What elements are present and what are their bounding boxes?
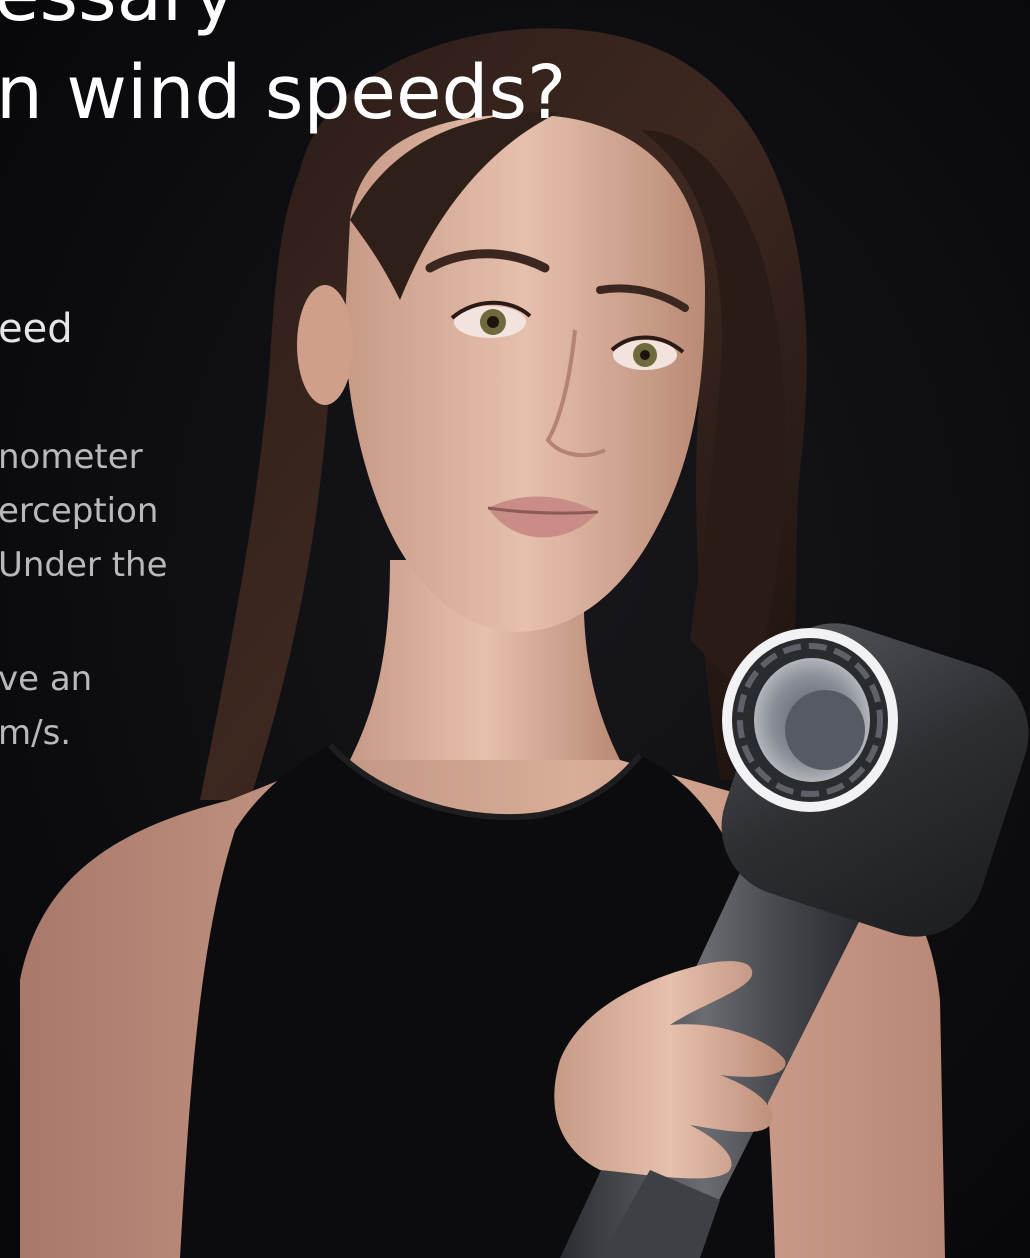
subheading: eed <box>0 306 73 352</box>
product-photo <box>0 0 1030 1258</box>
headline-line-1: essary <box>0 0 236 32</box>
body-line: nometer <box>0 437 143 477</box>
body-line: erception <box>0 491 159 531</box>
headline-line-2: n wind speeds? <box>0 50 567 136</box>
body-line: Under the <box>0 545 168 585</box>
body-line: ve an <box>0 659 93 699</box>
body-line: m/s. <box>0 713 72 753</box>
